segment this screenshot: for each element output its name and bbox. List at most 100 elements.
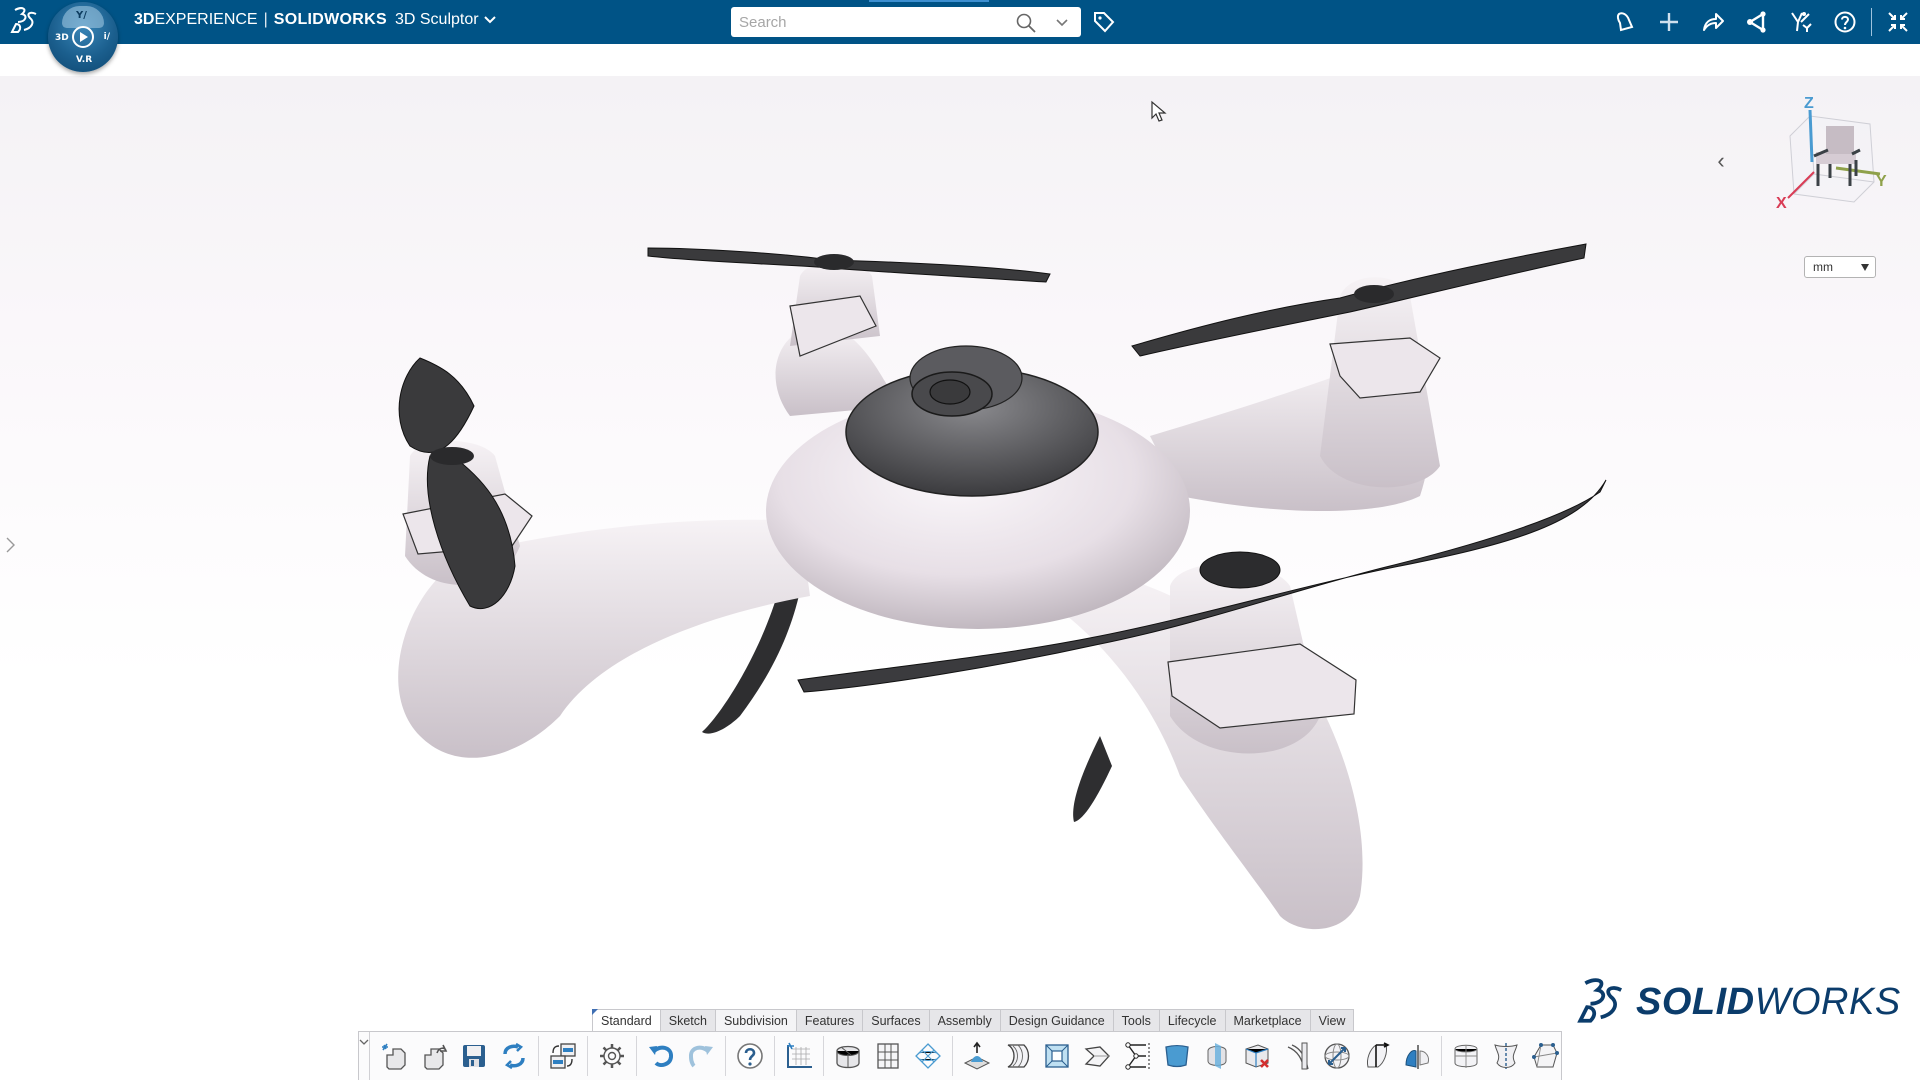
tag-icon[interactable] [1092,10,1116,34]
top-bar: 3D EXPERIENCE | SOLIDWORKS 3D Sculptor [0,0,1920,44]
grid-mesh-button[interactable] [868,1036,908,1076]
compass-vr-label: V.R [76,55,93,65]
active-indicator [869,0,989,2]
solidworks-logo: SOLIDWORKS [1570,972,1901,1032]
options-button[interactable] [592,1036,632,1076]
compass-icon[interactable]: Y/ 3D i/ V.R [48,2,118,72]
redo-icon [689,1045,713,1068]
pull-button[interactable] [957,1036,997,1076]
surface-mesh-icon [915,1043,941,1069]
play-icon[interactable] [72,26,94,48]
new-subdivision-sketch-button[interactable] [779,1036,819,1076]
tab-view[interactable]: View [1309,1009,1355,1031]
grid-mesh-icon [877,1043,899,1069]
mirror-icon [1405,1045,1429,1069]
symmetry-button[interactable] [1117,1036,1157,1076]
command-toolbar [358,1031,1562,1080]
toolbar-collapse-button[interactable] [359,1032,370,1080]
tab-standard[interactable]: Standard [592,1009,661,1031]
switch-window-button[interactable] [543,1036,583,1076]
primitives-group [1442,1036,1570,1076]
z-axis-label: Z [1804,95,1814,112]
surface-mesh-button[interactable] [908,1036,948,1076]
compass-top-label: Y/ [76,10,87,21]
mouse-cursor-icon [1151,100,1167,122]
new-button[interactable] [374,1036,414,1076]
sphere-transform-button[interactable] [1317,1036,1357,1076]
rebuild-button[interactable] [494,1036,534,1076]
help-icon [1834,11,1856,33]
save-button[interactable] [454,1036,494,1076]
app-title[interactable]: 3D EXPERIENCE | SOLIDWORKS 3D Sculptor [134,11,497,29]
split-button[interactable] [1197,1036,1237,1076]
compass-3d-label: 3D [55,33,69,43]
tab-tools[interactable]: Tools [1112,1009,1160,1031]
undo-redo-group [637,1036,726,1076]
search-icon[interactable] [1015,12,1037,34]
tab-features[interactable]: Features [795,1009,864,1031]
help-group [726,1036,775,1076]
product-name: SOLIDWORKS [273,11,387,28]
tab-lifecycle[interactable]: Lifecycle [1158,1009,1226,1031]
inset-button[interactable] [1037,1036,1077,1076]
collapse-panel-button[interactable]: ‹ [1706,146,1736,176]
add-button[interactable] [1647,0,1691,44]
cage-button[interactable] [1526,1036,1566,1076]
revolve-primitive-button[interactable] [1486,1036,1526,1076]
primitive-button[interactable] [828,1036,868,1076]
units-select[interactable]: mm [1804,256,1876,278]
graphics-area[interactable]: ‹ Z Y X mm SOLIDWORKS [0,76,1920,1080]
propeller-hub [1199,551,1281,589]
cage-icon [1532,1043,1559,1068]
search-options-icon[interactable] [1053,12,1071,32]
align-icon [1367,1042,1390,1068]
add-icon [1660,13,1678,31]
toolbar-divider [1871,8,1872,36]
brand-separator: | [263,11,268,28]
tab-design-guidance[interactable]: Design Guidance [999,1009,1114,1031]
camera-lens-inner [929,379,971,405]
notifications-button[interactable] [1603,0,1647,44]
delete-face-icon [1245,1044,1269,1068]
crease-icon [1287,1042,1309,1070]
redo-button[interactable] [681,1036,721,1076]
collapse-window-button[interactable] [1876,0,1920,44]
mirror-button[interactable] [1397,1036,1437,1076]
propeller-hub [814,254,854,270]
help-tool-button[interactable] [730,1036,770,1076]
tab-assembly[interactable]: Assembly [928,1009,1001,1031]
role-name[interactable]: 3D Sculptor [395,11,479,29]
share-button[interactable] [1691,0,1735,44]
crease-button[interactable] [1277,1036,1317,1076]
bend-icon [1007,1044,1030,1068]
extrude-face-button[interactable] [1077,1036,1117,1076]
options-group [588,1036,637,1076]
split-icon [1207,1043,1227,1069]
expand-panel-icon[interactable] [4,534,18,556]
share-icon [1703,13,1724,31]
options-gear-icon [600,1044,624,1068]
box-primitive-button[interactable] [1446,1036,1486,1076]
tab-sketch[interactable]: Sketch [659,1009,716,1031]
ds-logo-icon[interactable] [6,4,40,38]
drone-model[interactable] [0,76,1920,1080]
bend-button[interactable] [997,1036,1037,1076]
help-button[interactable] [1823,0,1867,44]
tab-marketplace[interactable]: Marketplace [1224,1009,1311,1031]
align-button[interactable] [1357,1036,1397,1076]
tab-subdivision[interactable]: Subdivision [714,1009,797,1031]
delete-face-button[interactable] [1237,1036,1277,1076]
dropdown-arrow-icon [1861,264,1869,271]
chevron-down-icon[interactable] [483,13,497,27]
social-button[interactable] [1735,0,1779,44]
ds-logo-icon [1577,978,1623,1023]
undo-button[interactable] [641,1036,681,1076]
window-group [539,1036,588,1076]
apps-icon [1791,12,1812,32]
view-triad[interactable]: Z Y X [1770,94,1890,224]
apps-button[interactable] [1779,0,1823,44]
search-input[interactable] [739,11,999,33]
tab-surfaces[interactable]: Surfaces [862,1009,930,1031]
open-button[interactable] [414,1036,454,1076]
fill-face-button[interactable] [1157,1036,1197,1076]
